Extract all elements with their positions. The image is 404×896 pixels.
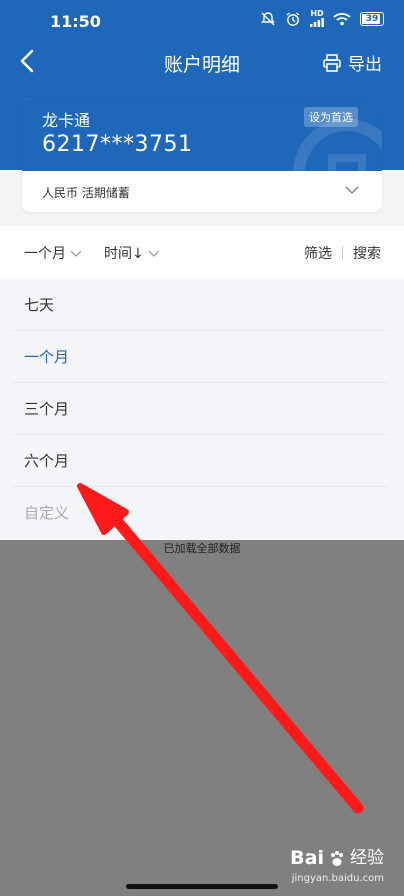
period-option-7days[interactable]: 七天: [12, 279, 388, 331]
account-card[interactable]: 龙卡通 6217***3751 设为首选 人民币 活期储蓄: [22, 98, 382, 212]
mute-bell-icon: [261, 11, 275, 25]
chevron-down-icon: [70, 250, 82, 257]
period-option-custom[interactable]: 自定义: [12, 487, 388, 539]
nav-bar: 账户明细 导出: [0, 40, 404, 84]
period-option-1month[interactable]: 一个月: [12, 331, 388, 383]
export-button[interactable]: 导出: [322, 50, 382, 75]
signal-group: HD: [310, 10, 324, 27]
card-number: 6217***3751: [42, 132, 193, 157]
period-filter-label: 一个月: [24, 246, 66, 262]
paw-icon: [331, 851, 343, 866]
period-option-3months[interactable]: 三个月: [12, 383, 388, 435]
period-option-6months[interactable]: 六个月: [12, 435, 388, 487]
account-type: 人民币 活期储蓄: [42, 186, 130, 200]
network-type: HD: [310, 9, 324, 18]
chevron-down-icon[interactable]: [344, 183, 360, 197]
watermark-suffix: 经验: [350, 848, 384, 868]
loaded-all-text: 已加载全部数据: [163, 542, 241, 555]
battery-level: 39: [365, 13, 379, 24]
card-footer[interactable]: 人民币 活期储蓄: [22, 171, 382, 212]
watermark-site: jingyan.baidu.com: [291, 873, 384, 884]
battery-icon: 39: [360, 11, 384, 26]
watermark-brand: Bai: [290, 847, 324, 869]
period-dropdown: 七天 一个月 三个月 六个月 自定义: [0, 279, 404, 540]
sort-filter-label: 时间↓: [104, 246, 144, 262]
filter-bar: 一个月 时间↓ 筛选 搜索: [0, 226, 404, 279]
printer-icon: [323, 53, 341, 72]
alarm-icon: [286, 11, 300, 26]
status-bar: 11:50 HD 39: [0, 0, 404, 40]
chevron-down-icon: [148, 250, 160, 257]
baidu-watermark: Bai 经验: [290, 848, 384, 868]
wifi-icon: [333, 12, 351, 25]
period-filter[interactable]: 一个月: [24, 243, 82, 263]
export-label: 导出: [348, 55, 382, 75]
status-time: 11:50: [50, 12, 101, 31]
bank-logo-watermark-icon: [293, 119, 382, 171]
sort-filter[interactable]: 时间↓: [104, 243, 160, 263]
signal-icon: [310, 18, 324, 27]
filter-divider: [342, 246, 343, 260]
filter-button[interactable]: 筛选: [304, 243, 332, 263]
search-button[interactable]: 搜索: [353, 243, 381, 263]
page-top-area: 11:50 HD 39 账户明细 导出 龙卡通 6217***3751 设为首选…: [0, 0, 404, 540]
card-name: 龙卡通: [42, 111, 91, 130]
card-header: 龙卡通 6217***3751 设为首选: [22, 98, 382, 171]
status-icons: HD 39: [260, 10, 384, 27]
home-indicator[interactable]: [126, 884, 278, 889]
